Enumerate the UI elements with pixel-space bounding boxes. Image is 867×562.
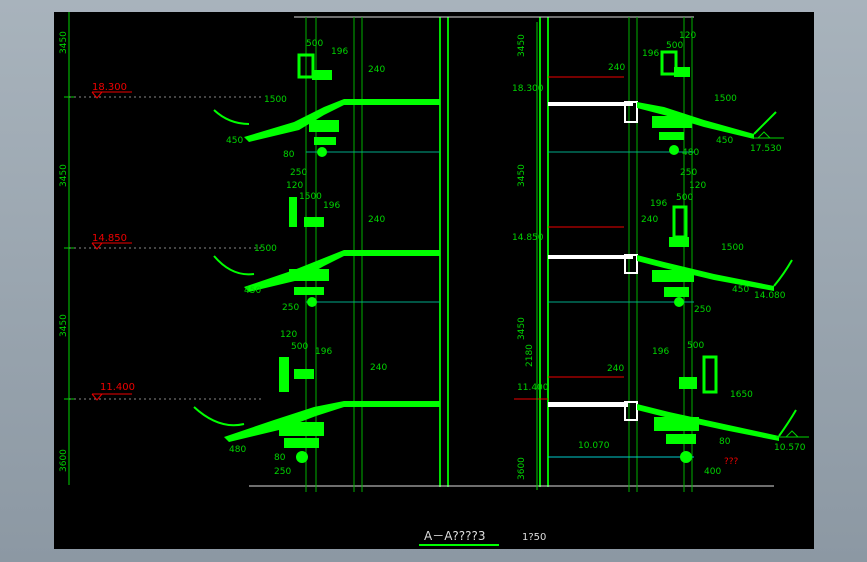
dim-label: 400 (704, 467, 721, 477)
dim-label: 500 (676, 193, 693, 203)
dim-label: 250 (290, 168, 307, 178)
floor-slabs (344, 76, 638, 421)
elev-right-2: 14.850 (512, 233, 544, 243)
drawing-scale: 1?50 (522, 532, 546, 543)
dim-label: 196 (323, 201, 340, 211)
dim-label: 1500 (714, 94, 737, 104)
dim-label: 480 (229, 445, 246, 455)
dim-right-3: 3450 (517, 317, 527, 340)
elev-far-right-1: 17.530 (750, 144, 782, 154)
dim-right-2: 3450 (517, 164, 527, 187)
dim-label: 500 (687, 341, 704, 351)
dim-label: 1500 (264, 95, 287, 105)
elev-right-4: 10.070 (578, 441, 610, 451)
dim-label: 450 (732, 285, 749, 295)
dim-right-5: 3600 (517, 457, 527, 480)
dim-label: 450 (226, 136, 243, 146)
dim-label: 196 (315, 347, 332, 357)
dim-label: 1500 (721, 243, 744, 253)
dim-label: 250 (274, 467, 291, 477)
dim-label: 80 (283, 150, 295, 160)
dim-left-1: 3450 (59, 31, 69, 54)
dim-label: 240 (370, 363, 387, 373)
dim-label: 450 (716, 136, 733, 146)
right-eave-tier-3 (637, 355, 797, 463)
elev-far-right-3: 10.570 (774, 443, 806, 453)
dim-label: 196 (652, 347, 669, 357)
dim-label: 120 (286, 181, 303, 191)
dim-label: 240 (368, 215, 385, 225)
dim-label: 196 (642, 49, 659, 59)
dim-label: ??? (724, 457, 739, 467)
left-eave-tier-2 (213, 197, 344, 307)
drawing-canvas[interactable]: 3450 3450 3450 3600 18.300 14.850 11.400 (54, 12, 814, 549)
dim-label: 80 (719, 437, 731, 447)
dim-label: 240 (608, 63, 625, 73)
dim-label: 80 (274, 453, 286, 463)
dim-label: 120 (689, 181, 706, 191)
dim-label: 500 (666, 41, 683, 51)
dim-left-3: 3450 (59, 314, 69, 337)
dim-right-1: 3450 (517, 34, 527, 57)
dim-label: 250 (282, 303, 299, 313)
elev-left-1: 18.300 (92, 82, 127, 93)
left-eave-tier-3 (193, 357, 344, 463)
dim-label: 240 (641, 215, 658, 225)
drawing-title-block: A－A????3 1?50 (419, 529, 546, 546)
elev-right-3: 11.400 (517, 383, 549, 393)
dim-label: 120 (679, 31, 696, 41)
drawing-title: A－A????3 (424, 529, 486, 543)
dim-label: 196 (331, 47, 348, 57)
right-eave-tier-1 (637, 50, 777, 155)
dim-label: 240 (368, 65, 385, 75)
dim-label: 240 (607, 364, 624, 374)
dim-label: 250 (694, 305, 711, 315)
dim-label: 196 (650, 199, 667, 209)
dim-right-4: 2180 (525, 344, 535, 367)
dim-label: 1500 (299, 192, 322, 202)
elev-right-1: 18.300 (512, 84, 544, 94)
dim-left-4: 3600 (59, 449, 69, 472)
dim-label: 1500 (254, 244, 277, 254)
elev-left-2: 14.850 (92, 233, 127, 244)
dim-label: 120 (280, 330, 297, 340)
dim-label: 500 (306, 39, 323, 49)
left-elevation-markers (91, 91, 132, 401)
elev-far-right-2: 14.080 (754, 291, 786, 301)
dim-label: 500 (291, 342, 308, 352)
dim-label: 1650 (730, 390, 753, 400)
dim-left-2: 3450 (59, 164, 69, 187)
dim-label: 480 (682, 148, 699, 158)
dim-label: 250 (680, 168, 697, 178)
dim-label: 450 (244, 286, 261, 296)
elev-left-3: 11.400 (100, 382, 135, 393)
